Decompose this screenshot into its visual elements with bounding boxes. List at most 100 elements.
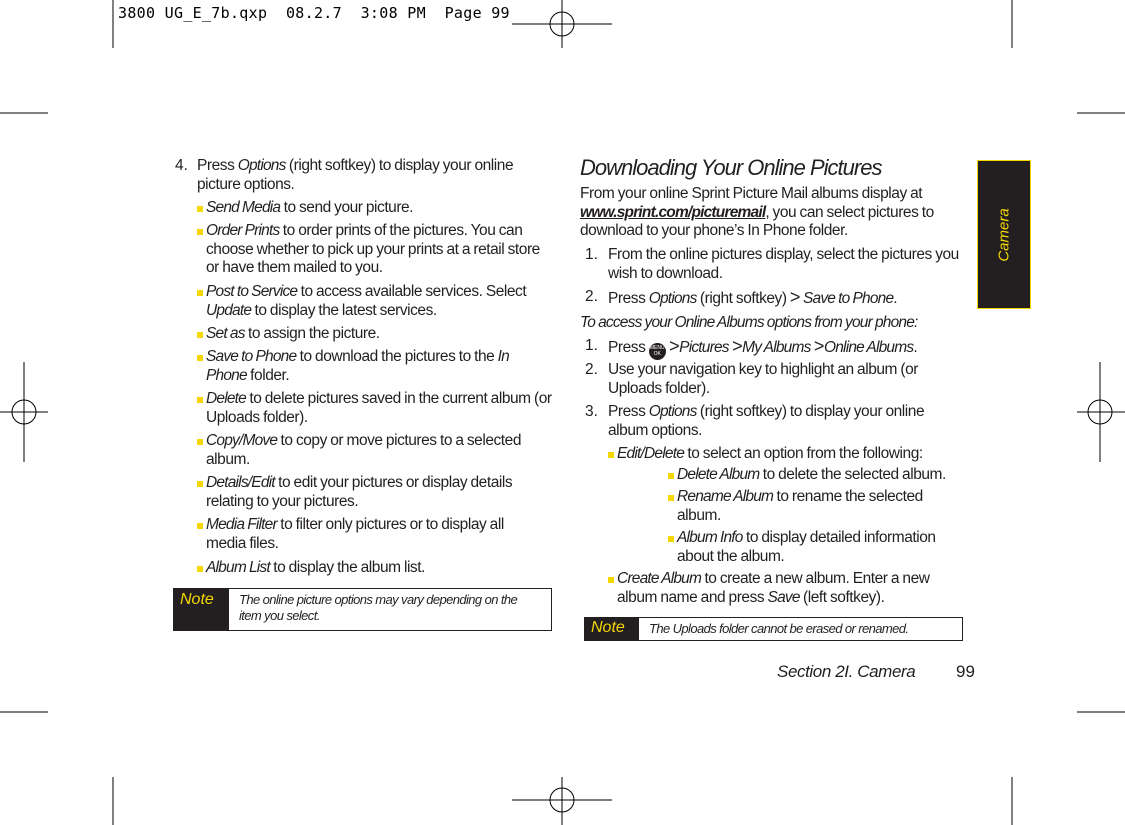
term: Set as <box>206 325 245 342</box>
bullet-copy-move: Copy/Move to copy or move pictures to a … <box>206 432 551 469</box>
print-slug: 3800 UG_E_7b.qxp 08.2.7 3:08 PM Page 99 <box>118 4 510 22</box>
bullet-icon <box>197 566 203 572</box>
bullet-icon <box>668 536 674 542</box>
bullet-media-filter: Media Filter to filter only pictures or … <box>206 516 536 553</box>
term: Delete Album <box>677 466 760 483</box>
term: Create Album <box>617 570 702 587</box>
term: Online Albums <box>823 339 914 356</box>
term: Save <box>767 588 801 606</box>
text: to display the album list. <box>269 559 425 576</box>
term: Album List <box>206 559 271 576</box>
icon-text: OK <box>653 351 661 357</box>
bullet-icon <box>197 439 203 445</box>
crop-marks <box>0 0 1125 825</box>
section-heading: Downloading Your Online Pictures <box>580 155 882 180</box>
bullet-icon <box>197 206 203 212</box>
term: Post to Service <box>206 283 298 300</box>
term: Options <box>648 290 698 307</box>
bullet-send-media: Send Media to send your picture. <box>206 199 556 218</box>
bullet-icon <box>668 473 674 479</box>
term: Album Info <box>677 529 743 546</box>
bullet-icon <box>197 397 203 403</box>
text: (left softkey). <box>799 588 885 606</box>
term: Update <box>206 301 252 319</box>
note-label: Note <box>585 618 639 640</box>
page-number: 99 <box>956 662 975 681</box>
note-box: Note The online picture options may vary… <box>173 588 552 631</box>
note-text: The Uploads folder cannot be erased or r… <box>649 621 909 636</box>
term: Rename Album <box>677 488 774 505</box>
term: Details/Edit <box>206 474 276 491</box>
term: Save to Phone <box>206 348 297 365</box>
footer-section: Section 2I. Camera <box>777 662 916 681</box>
text: . <box>893 290 898 307</box>
term: Options <box>237 157 287 174</box>
bullet-icon <box>608 577 614 583</box>
step-4: Press Options (right softkey) to display… <box>197 157 542 194</box>
subheading: To access your Online Albums options fro… <box>580 314 918 331</box>
separator: > <box>732 336 743 356</box>
bullet-details-edit: Details/Edit to edit your pictures or di… <box>206 474 546 511</box>
picturemail-link[interactable]: www.sprint.com/picturemail <box>580 204 766 221</box>
step-number: 3. <box>585 403 598 420</box>
intro-paragraph: From your online Sprint Picture Mail alb… <box>580 185 955 241</box>
text: to assign the picture. <box>244 325 380 342</box>
bullet-edit-delete: Edit/Delete to select an option from the… <box>617 445 967 464</box>
separator: > <box>789 287 801 307</box>
albums-step-1: Press MENU OK >Pictures >My Albums >Onlin… <box>608 337 968 360</box>
text: From your online Sprint Picture Mail alb… <box>580 185 923 202</box>
bullet-delete-album: Delete Album to delete the selected albu… <box>677 466 977 485</box>
text: to delete the selected album. <box>759 466 947 483</box>
download-step-1: From the online pictures display, select… <box>608 246 959 282</box>
separator: > <box>813 336 825 356</box>
bullet-set-as: Set as to assign the picture. <box>206 325 556 344</box>
separator: > <box>669 336 680 356</box>
term: Media Filter <box>206 516 278 533</box>
text: to display the latest services. <box>251 301 438 319</box>
bullet-save-to-phone: Save to Phone to download the pictures t… <box>206 348 516 385</box>
chapter-tab: Camera <box>977 160 1031 309</box>
text: Press <box>197 157 238 174</box>
text: . <box>913 339 918 356</box>
bullet-icon <box>197 355 203 361</box>
text: Press <box>608 403 649 420</box>
bullet-order-prints: Order Prints to order prints of the pict… <box>206 222 546 278</box>
bullet-icon <box>197 481 203 487</box>
bullet-icon <box>197 229 203 235</box>
term: My Albums <box>742 339 811 356</box>
term: Options <box>648 403 698 420</box>
step-number: 4. <box>175 157 188 174</box>
term: Save to Phone <box>799 290 894 307</box>
text: to download the pictures to the <box>296 348 498 365</box>
bullet-icon <box>668 495 674 501</box>
text: to delete pictures saved in the current … <box>206 390 552 426</box>
bullet-create-album: Create Album to create a new album. Ente… <box>617 570 952 607</box>
term: Order Prints <box>206 222 280 239</box>
term: Copy/Move <box>206 432 278 449</box>
bullet-icon <box>197 290 203 296</box>
note-box: Note The Uploads folder cannot be erased… <box>584 617 963 641</box>
menu-ok-key-icon: MENU OK <box>648 343 666 360</box>
step-number: 2. <box>585 288 598 305</box>
term: Edit/Delete <box>617 445 685 462</box>
bullet-icon <box>197 332 203 338</box>
text: folder. <box>246 366 290 384</box>
term: Pictures <box>679 339 729 356</box>
albums-step-3: Press Options (right softkey) to display… <box>608 403 953 440</box>
text: Press <box>608 339 649 356</box>
albums-step-2: Use your navigation key to highlight an … <box>608 361 918 397</box>
bullet-icon <box>608 452 614 458</box>
download-step-2: Press Options (right softkey) > Save to … <box>608 288 968 309</box>
bullet-album-list: Album List to display the album list. <box>206 559 551 578</box>
chapter-tab-label: Camera <box>995 207 1013 262</box>
bullet-album-info: Album Info to display detailed informati… <box>677 529 962 566</box>
bullet-rename-album: Rename Album to rename the selected albu… <box>677 488 947 525</box>
step-number: 1. <box>585 246 598 263</box>
text: to select an option from the following: <box>684 445 923 462</box>
bullet-icon <box>197 523 203 529</box>
step-number: 1. <box>585 337 598 354</box>
text: (right softkey) <box>696 290 790 307</box>
step-number: 2. <box>585 361 598 378</box>
term: Send Media <box>206 199 281 216</box>
bullet-post-to-service: Post to Service to access available serv… <box>206 283 556 320</box>
